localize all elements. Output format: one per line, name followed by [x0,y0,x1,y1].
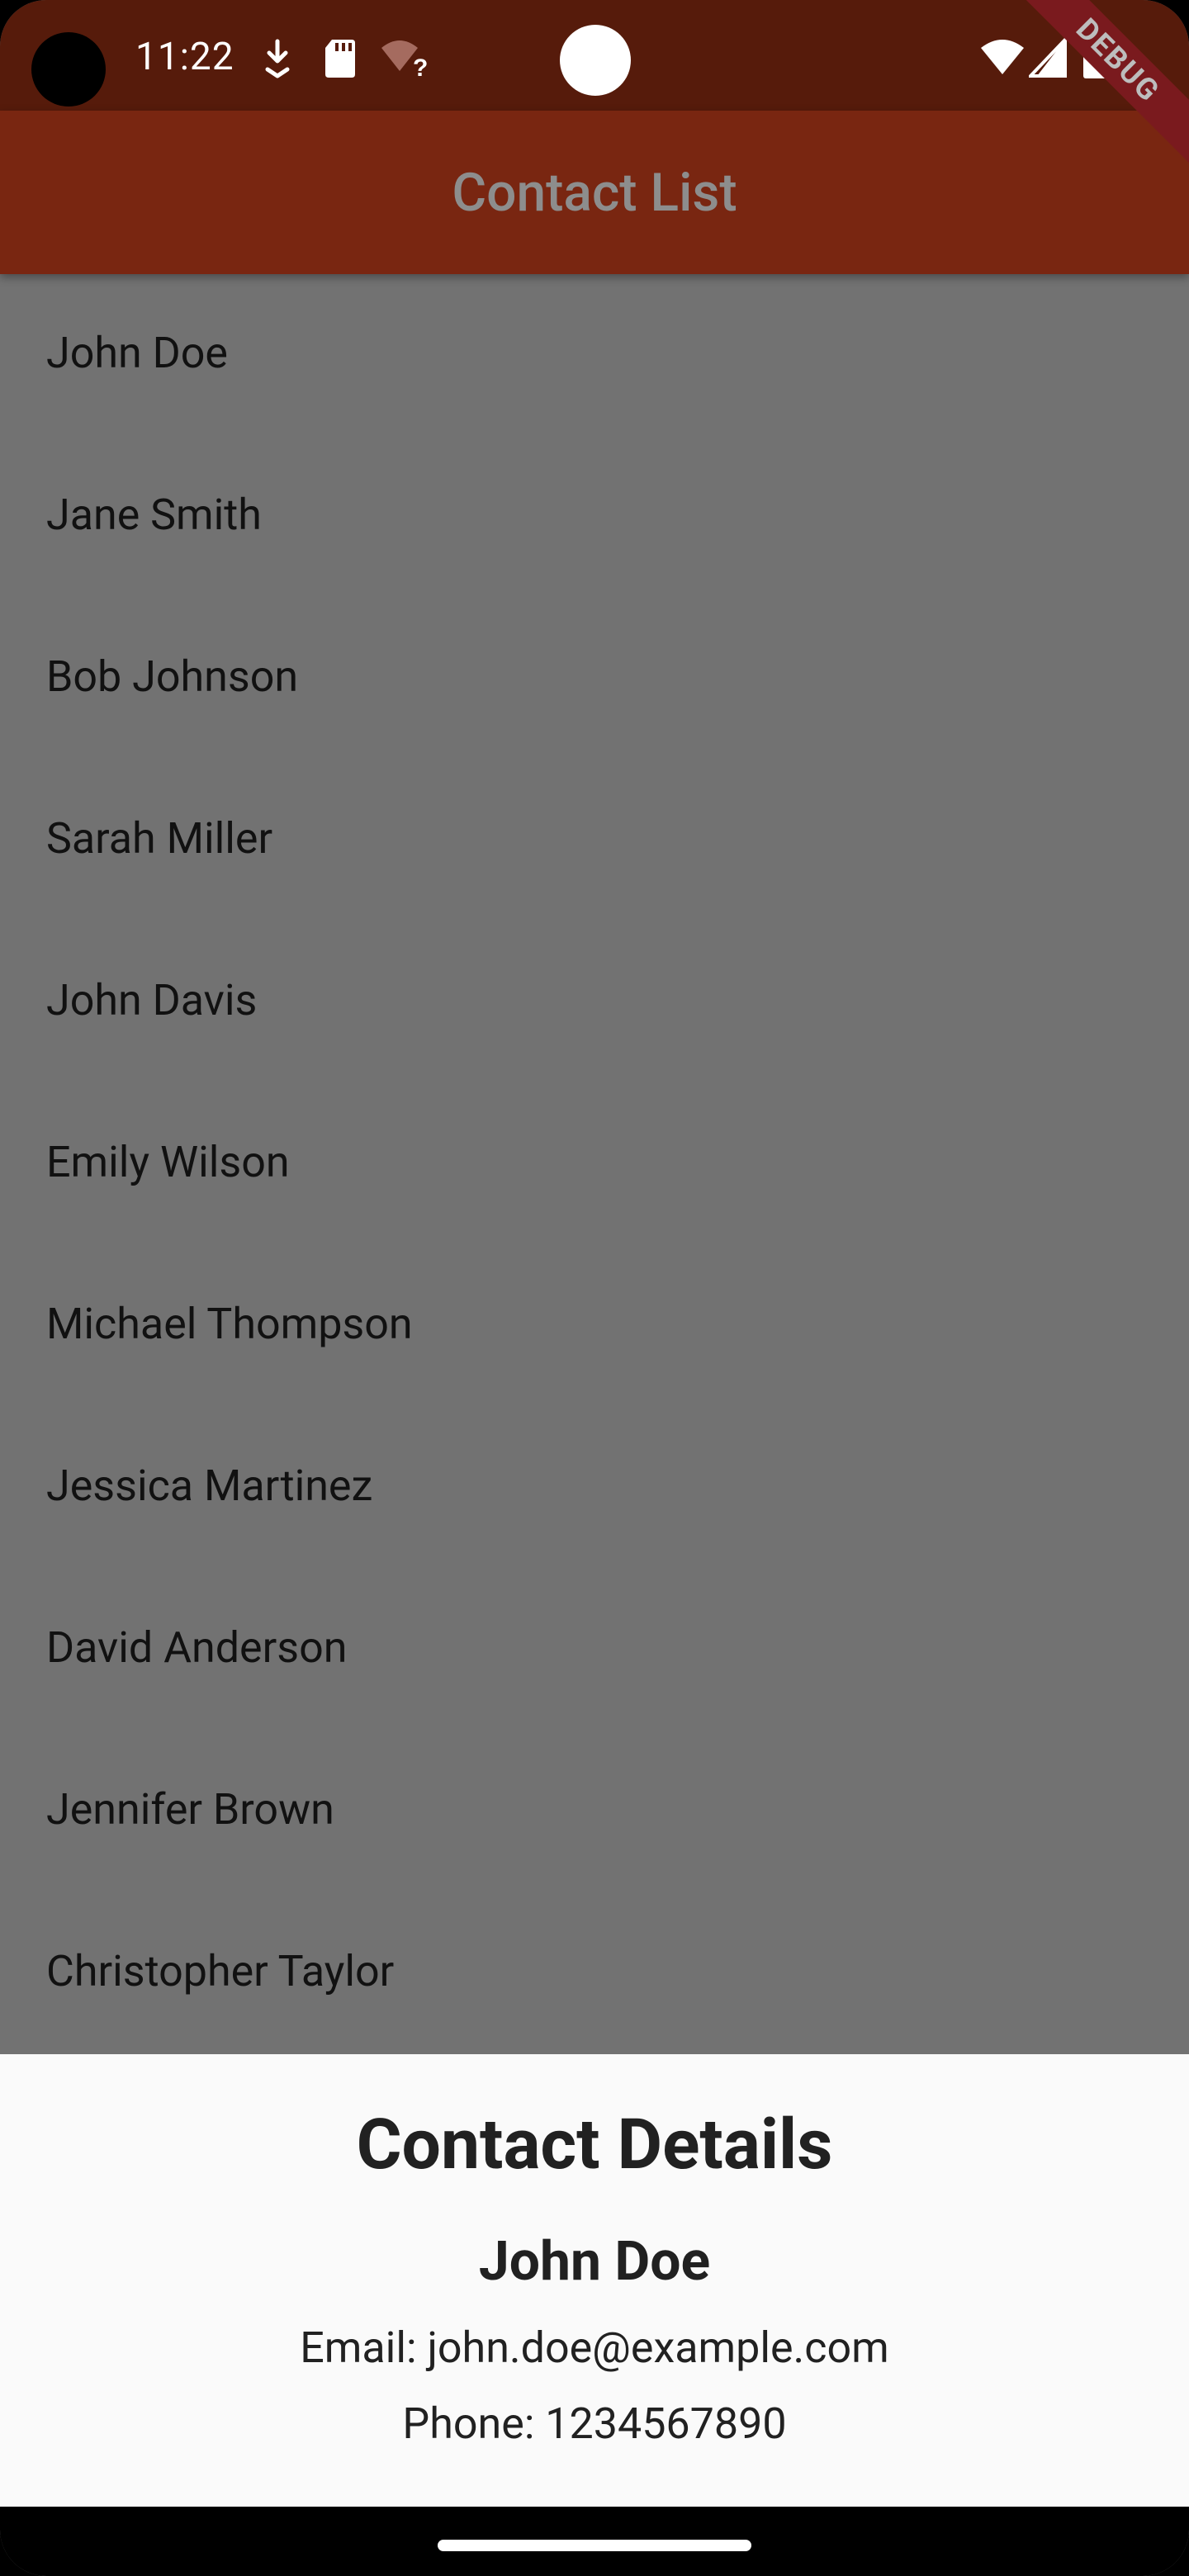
contact-list-item[interactable]: John Davis [0,921,1189,1083]
wifi-unknown-icon: ? [381,40,428,79]
contact-name: Jane Smith [46,490,262,540]
contact-name: John Davis [46,975,258,1025]
contact-list-item[interactable]: Jessica Martinez [0,1407,1189,1569]
contact-list-item[interactable]: Jennifer Brown [0,1731,1189,1892]
status-time: 11:22 [135,35,234,79]
contact-list-item[interactable]: Bob Johnson [0,598,1189,760]
contact-detail-phone: Phone: 1234567890 [402,2398,787,2449]
contact-list: John Doe Jane Smith Bob Johnson Sarah Mi… [0,274,1189,2057]
contact-name: Emily Wilson [46,1137,290,1187]
debug-banner: DEBUG [1007,0,1189,182]
contact-list-item[interactable]: John Doe [0,274,1189,436]
debug-ribbon-label: DEBUG [1008,0,1189,170]
svg-text:?: ? [413,54,428,79]
contact-name: Michael Thompson [46,1299,413,1349]
contact-list-item[interactable]: David Anderson [0,1569,1189,1731]
home-indicator[interactable] [438,2540,751,2551]
download-icon [265,39,290,78]
contact-name: David Anderson [46,1622,348,1673]
contact-list-item[interactable]: Christopher Taylor [0,1892,1189,2054]
contact-name: Bob Johnson [46,651,299,702]
contact-name: Jennifer Brown [46,1784,334,1835]
contact-detail-name: John Doe [478,2230,711,2294]
contact-name: Sarah Miller [46,813,273,864]
system-navigation-bar [0,2507,1189,2576]
contact-name: Jessica Martinez [46,1461,373,1511]
contact-detail-email: Email: john.doe@example.com [300,2323,889,2373]
contact-list-item[interactable]: Michael Thompson [0,1245,1189,1407]
sheet-title: Contact Details [356,2104,833,2185]
front-camera [31,32,106,107]
contact-list-item[interactable]: Jane Smith [0,436,1189,598]
contact-list-item[interactable]: Emily Wilson [0,1083,1189,1245]
contact-details-sheet[interactable]: Contact Details John Doe Email: john.doe… [0,2054,1189,2507]
device-screen: 11:22 ? DEBUG Contact List John Doe Jane… [0,0,1189,2576]
contact-name: John Doe [46,328,228,378]
contact-name: Christopher Taylor [46,1946,395,1996]
sd-card-icon [325,40,355,78]
camera-cutout [560,25,631,96]
contact-list-item[interactable]: Sarah Miller [0,760,1189,921]
